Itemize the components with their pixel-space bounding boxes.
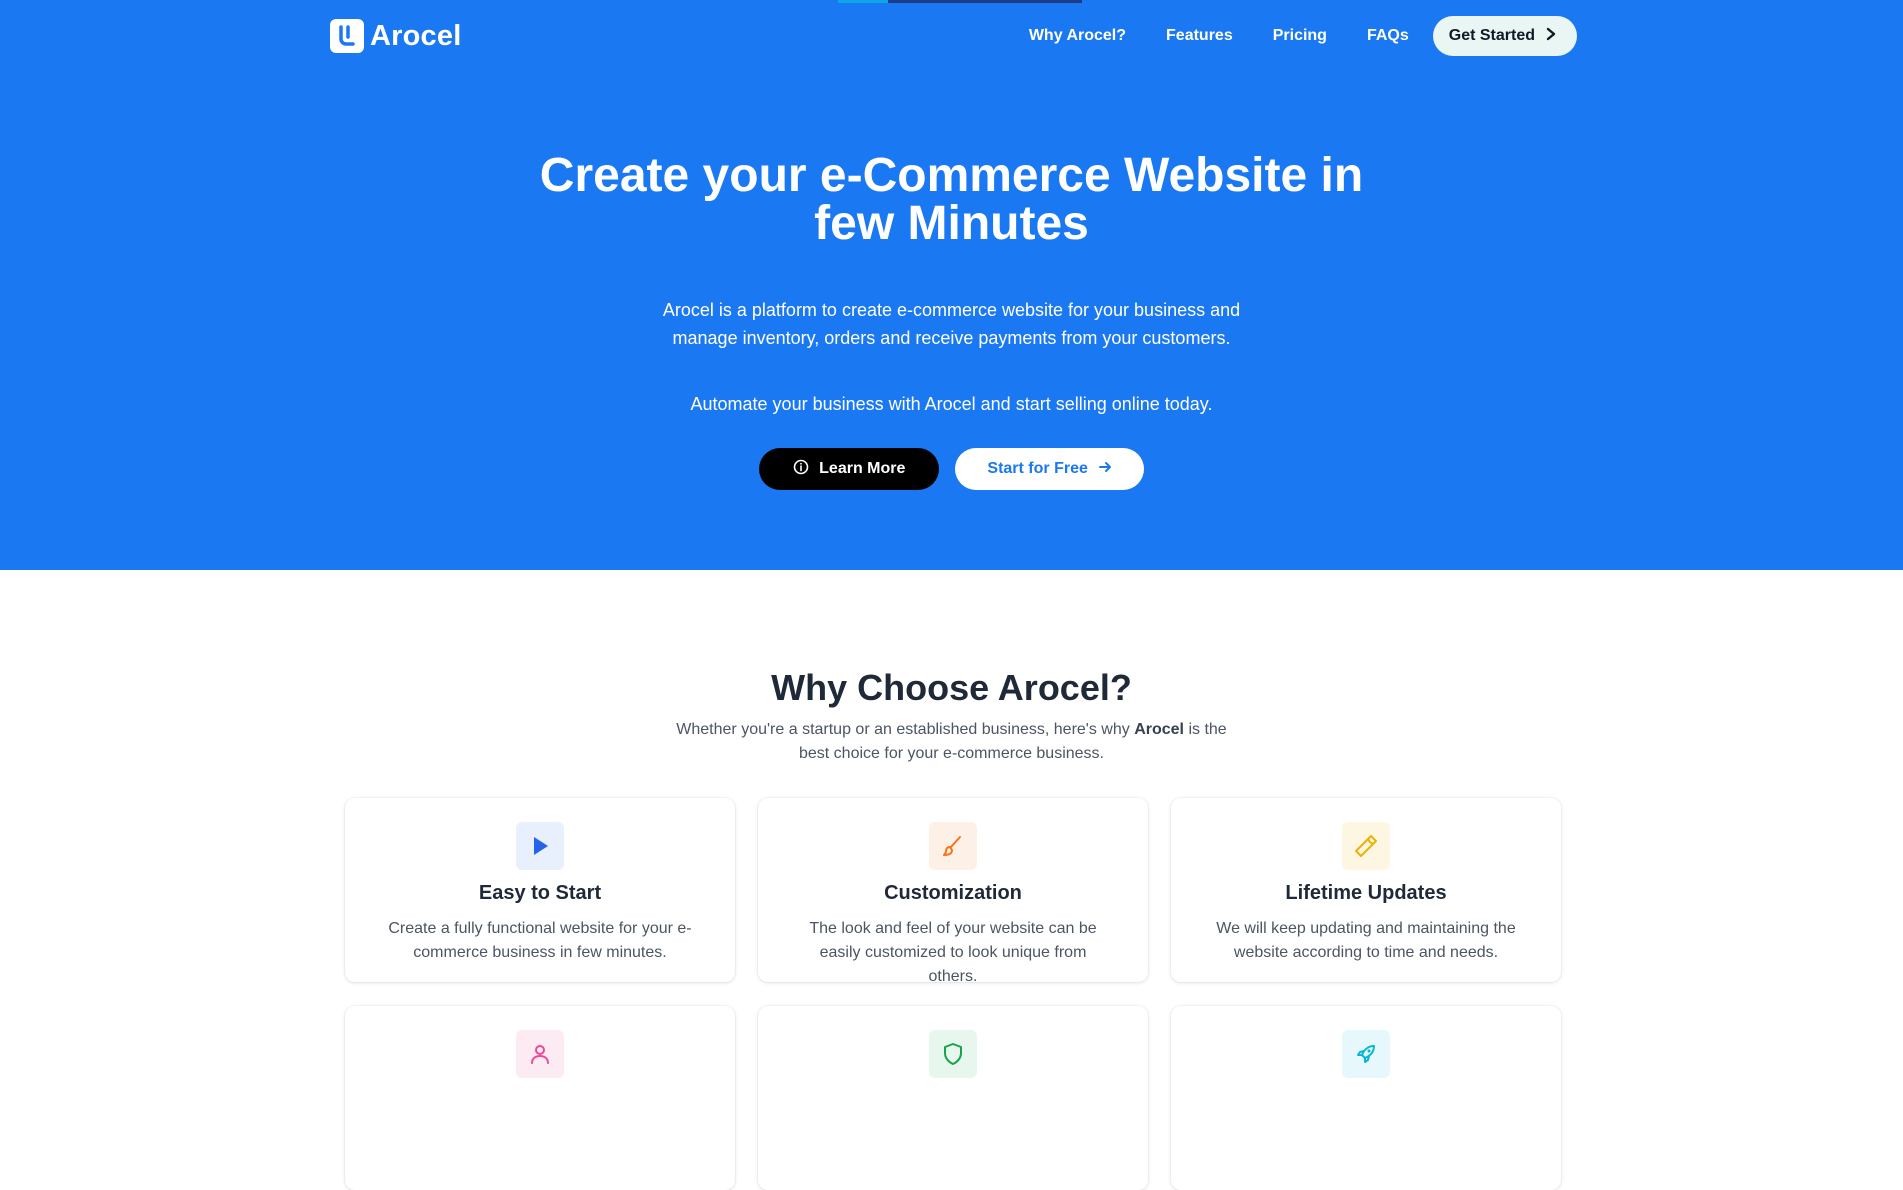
start-for-free-label: Start for Free xyxy=(987,460,1088,477)
top-navbar: Arocel Why Arocel? Features Pricing FAQs… xyxy=(330,16,1577,56)
start-for-free-button[interactable]: Start for Free xyxy=(955,448,1144,490)
section-description: Whether you're a startup or an establish… xyxy=(662,718,1242,766)
info-circle-icon xyxy=(793,459,809,480)
brand-name: Arocel xyxy=(370,19,462,52)
nav-link-pricing[interactable]: Pricing xyxy=(1273,27,1327,45)
rocket-icon xyxy=(1342,1030,1390,1078)
feature-card-title: Easy to Start xyxy=(478,882,602,904)
arrow-right-icon xyxy=(1098,460,1112,479)
feature-card-6 xyxy=(1171,1006,1561,1190)
shield-icon xyxy=(929,1030,977,1078)
play-icon xyxy=(516,822,564,870)
page-loading-bar xyxy=(838,0,1082,3)
get-started-label: Get Started xyxy=(1448,27,1535,44)
section-title: Why Choose Arocel? xyxy=(771,667,1132,708)
feature-card-5 xyxy=(758,1006,1148,1190)
hero-section: Arocel Why Arocel? Features Pricing FAQs… xyxy=(0,0,1903,570)
feature-card-customization: Customization The look and feel of your … xyxy=(758,798,1148,985)
nav-links: Why Arocel? Features Pricing FAQs Get St… xyxy=(989,16,1577,56)
feature-card-title: Customization xyxy=(884,882,1022,904)
hero-description: Arocel is a platform to create e-commerc… xyxy=(662,300,1241,348)
feature-card-4 xyxy=(345,1006,735,1190)
hero-subtext: Automate your business with Arocel and s… xyxy=(690,394,1213,414)
get-started-button[interactable]: Get Started xyxy=(1432,16,1577,56)
hero-title: Create your e-Commerce Website in few Mi… xyxy=(539,149,1364,250)
feature-card-lifetime-updates: Lifetime Updates We will keep updating a… xyxy=(1171,798,1561,982)
feature-card-title: Lifetime Updates xyxy=(1285,882,1447,904)
brand-logo[interactable]: Arocel xyxy=(330,19,461,53)
feature-card-easy-to-start: Easy to Start Create a fully functional … xyxy=(345,798,735,982)
section-description-brand: Arocel xyxy=(1134,721,1184,738)
paintbrush-icon xyxy=(929,822,977,870)
user-icon xyxy=(516,1030,564,1078)
chevron-right-icon xyxy=(1545,27,1557,46)
feature-cards-grid: Easy to Start Create a fully functional … xyxy=(345,798,1561,1190)
why-choose-section: Why Choose Arocel? Whether you're a star… xyxy=(0,570,1903,1190)
feature-card-desc: We will keep updating and maintaining th… xyxy=(1216,920,1516,961)
hero-actions: Learn More Start for Free xyxy=(0,448,1903,490)
learn-more-label: Learn More xyxy=(819,460,906,477)
wrench-icon xyxy=(1342,822,1390,870)
nav-link-features[interactable]: Features xyxy=(1166,27,1233,45)
section-description-start: Whether you're a startup or an establish… xyxy=(676,721,1130,738)
learn-more-button[interactable]: Learn More xyxy=(759,448,940,490)
feature-card-desc: Create a fully functional website for yo… xyxy=(388,920,692,961)
feature-card-desc: The look and feel of your website can be… xyxy=(809,920,1097,985)
nav-link-faqs[interactable]: FAQs xyxy=(1367,27,1409,45)
arocel-logo-icon xyxy=(330,19,364,53)
nav-link-why-arocel[interactable]: Why Arocel? xyxy=(1029,27,1126,45)
